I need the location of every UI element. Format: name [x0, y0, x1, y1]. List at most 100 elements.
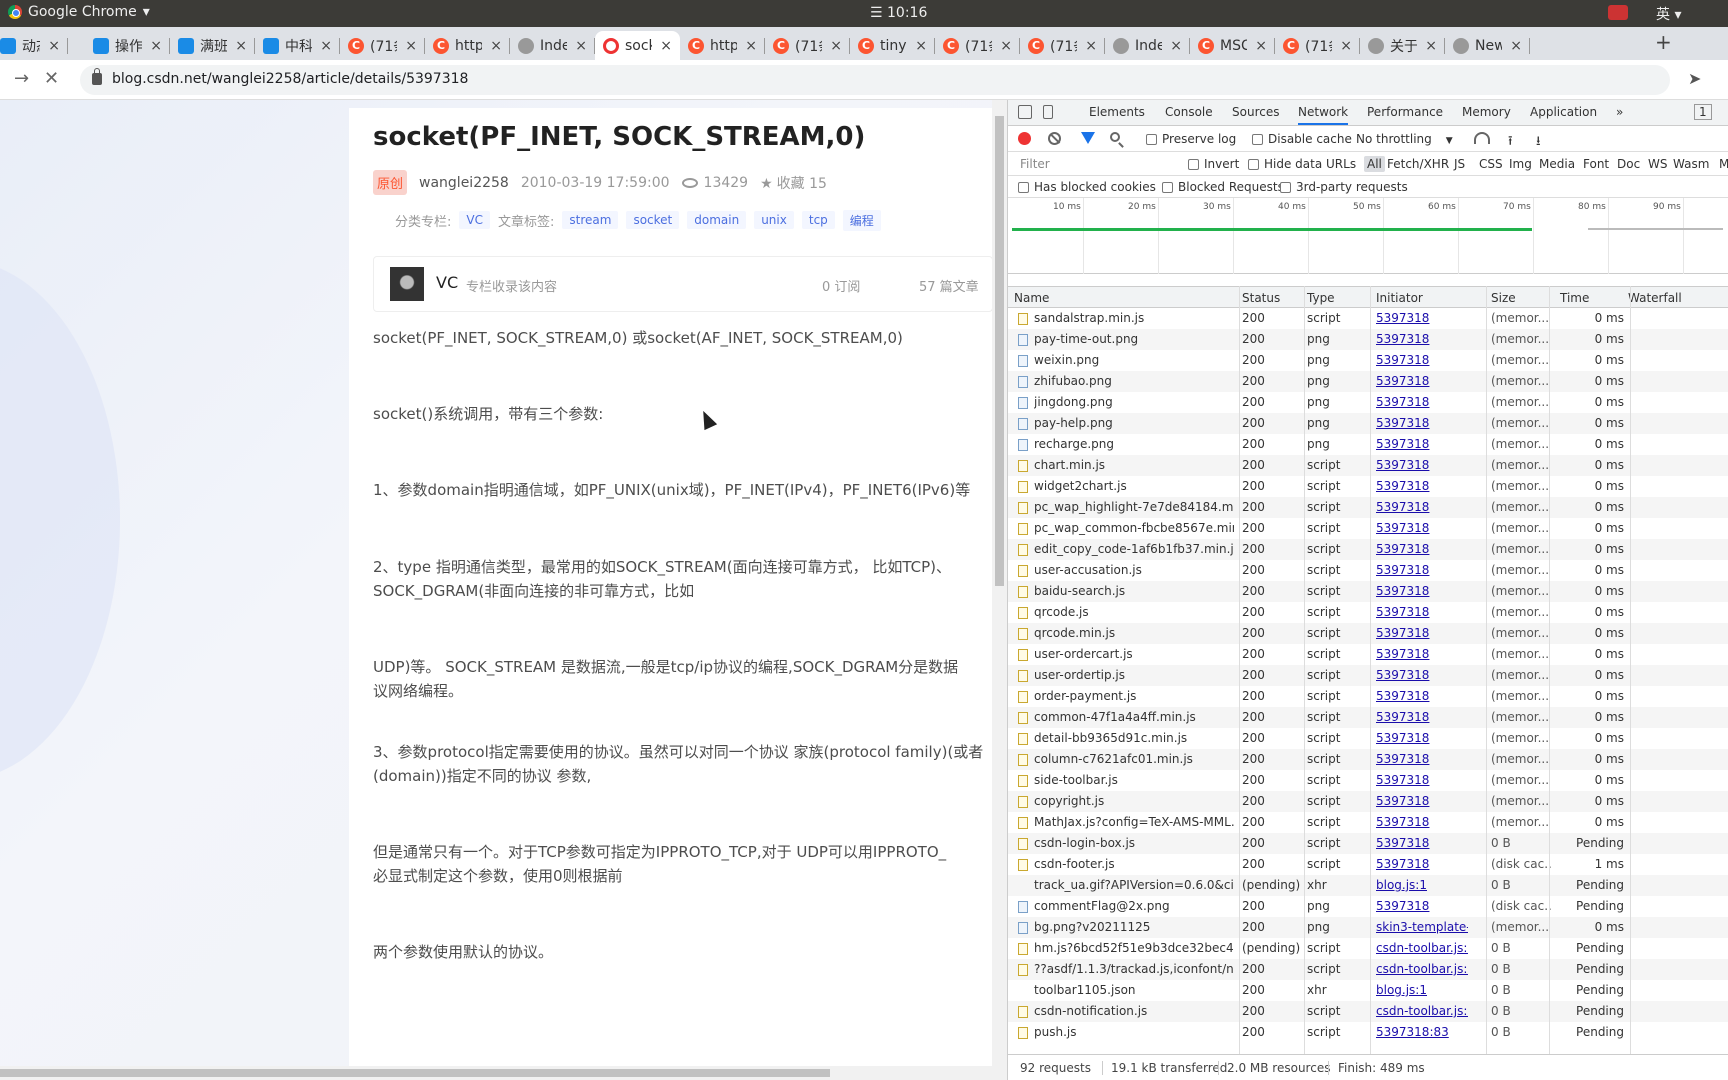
- tab-close-icon[interactable]: ×: [1340, 38, 1352, 54]
- page-vertical-scrollbar[interactable]: [992, 100, 1007, 1066]
- send-to-device-icon[interactable]: ➤: [1688, 69, 1701, 88]
- table-row[interactable]: qrcode.js 200 script 5397318 (memor... 0 ms: [1008, 602, 1728, 623]
- tab-close-icon[interactable]: ×: [1170, 38, 1182, 54]
- request-initiator[interactable]: blog.js:1: [1376, 983, 1468, 997]
- request-initiator[interactable]: 5397318: [1376, 731, 1468, 745]
- tag-chip[interactable]: stream: [562, 211, 619, 229]
- column-divider[interactable]: [1549, 286, 1550, 1054]
- checkbox-icon[interactable]: [1162, 182, 1173, 193]
- network-conditions-icon[interactable]: [1474, 132, 1490, 144]
- request-initiator[interactable]: 5397318: [1376, 332, 1468, 346]
- throttling-select[interactable]: No throttling ▼: [1356, 132, 1453, 146]
- filter-type-all[interactable]: All: [1364, 156, 1385, 172]
- tab-close-icon[interactable]: ×: [320, 38, 332, 54]
- tab-memory[interactable]: Memory: [1462, 105, 1511, 119]
- disable-cache-checkbox[interactable]: Disable cache: [1252, 132, 1352, 146]
- filter-type-media[interactable]: Media: [1539, 157, 1575, 171]
- request-initiator[interactable]: 5397318: [1376, 836, 1468, 850]
- request-initiator[interactable]: 5397318: [1376, 668, 1468, 682]
- table-row[interactable]: csdn-login-box.js 200 script 5397318 0 B Pend…: [1008, 833, 1728, 854]
- column-divider[interactable]: [1630, 286, 1631, 1054]
- category-chip[interactable]: VC: [459, 211, 490, 229]
- browser-tab[interactable]: 关于 ×: [1360, 31, 1445, 60]
- address-bar[interactable]: blog.csdn.net/wanglei2258/article/detail…: [80, 65, 1670, 95]
- table-row[interactable]: zhifubao.png 200 png 5397318 (memor... 0 ms: [1008, 371, 1728, 392]
- table-row[interactable]: baidu-search.js 200 script 5397318 (memor...…: [1008, 581, 1728, 602]
- browser-tab[interactable]: Chttp ×: [680, 31, 765, 60]
- column-divider[interactable]: [1486, 286, 1487, 1054]
- table-row[interactable]: pay-time-out.png 200 png 5397318 (memor... 0 …: [1008, 329, 1728, 350]
- request-initiator[interactable]: 5397318: [1376, 773, 1468, 787]
- clear-icon[interactable]: [1048, 132, 1061, 145]
- checkbox-icon[interactable]: [1252, 134, 1263, 145]
- invert-checkbox[interactable]: Invert: [1188, 157, 1239, 171]
- preserve-log-checkbox[interactable]: Preserve log: [1146, 132, 1236, 146]
- inspect-element-icon[interactable]: [1018, 105, 1032, 119]
- tab-close-icon[interactable]: ×: [48, 38, 60, 54]
- column-header-waterfall[interactable]: Waterfall: [1628, 291, 1682, 305]
- filter-type-css[interactable]: CSS: [1479, 157, 1503, 171]
- export-har-icon[interactable]: ⭳: [1536, 132, 1541, 154]
- filter-input[interactable]: Filter: [1014, 155, 1178, 173]
- browser-tab[interactable]: 满班 ×: [170, 31, 255, 60]
- tag-chip[interactable]: unix: [754, 211, 794, 229]
- table-row[interactable]: csdn-footer.js 200 script 5397318 (disk cac.…: [1008, 854, 1728, 875]
- filter-type-manifest[interactable]: M: [1719, 157, 1728, 171]
- app-menu[interactable]: Google Chrome ▾: [8, 4, 150, 20]
- browser-tab[interactable]: C MSC ×: [1190, 31, 1275, 60]
- tab-network[interactable]: Network: [1298, 105, 1349, 125]
- column-header-initiator[interactable]: Initiator: [1376, 291, 1423, 305]
- table-row[interactable]: weixin.png 200 png 5397318 (memor... 0 ms: [1008, 350, 1728, 371]
- request-initiator[interactable]: csdn-toolbar.js:3: [1376, 1004, 1468, 1018]
- table-row[interactable]: sandalstrap.min.js 200 script 5397318 (memor…: [1008, 308, 1728, 329]
- table-row[interactable]: pc_wap_highlight-7e7de84184.mi... 200 scri…: [1008, 497, 1728, 518]
- tag-chip[interactable]: 编程: [842, 209, 881, 231]
- collect-button[interactable]: ★ 收藏 15: [760, 173, 827, 193]
- browser-tab[interactable]: C (71条 ×: [1275, 31, 1360, 60]
- tab-close-icon[interactable]: ×: [915, 38, 927, 54]
- browser-tab[interactable]: C (71条 ×: [1020, 31, 1105, 60]
- table-row[interactable]: side-toolbar.js 200 script 5397318 (memor...…: [1008, 770, 1728, 791]
- tab-sources[interactable]: Sources: [1232, 105, 1279, 119]
- table-row[interactable]: qrcode.min.js 200 script 5397318 (memor... 0 …: [1008, 623, 1728, 644]
- filter-type-doc[interactable]: Doc: [1617, 157, 1640, 171]
- browser-tab[interactable]: C (71条 ×: [765, 31, 850, 60]
- tab-close-icon[interactable]: ×: [150, 38, 162, 54]
- request-initiator[interactable]: 5397318: [1376, 626, 1468, 640]
- checkbox-icon[interactable]: [1248, 159, 1259, 170]
- tab-close-icon[interactable]: ×: [830, 38, 842, 54]
- checkbox-icon[interactable]: [1280, 182, 1291, 193]
- record-icon[interactable]: [1018, 132, 1031, 145]
- filter-type-img[interactable]: Img: [1509, 157, 1532, 171]
- scrollbar-thumb[interactable]: [0, 1069, 830, 1077]
- import-har-icon[interactable]: ⭱: [1508, 132, 1513, 154]
- table-row[interactable]: detail-bb9365d91c.min.js 200 script 5397318…: [1008, 728, 1728, 749]
- input-method-indicator[interactable]: 英 ▾: [1656, 4, 1681, 24]
- tab-elements[interactable]: Elements: [1089, 105, 1145, 119]
- checkbox-icon[interactable]: [1188, 159, 1199, 170]
- table-row[interactable]: edit_copy_code-1af6b1fb37.min.js 200 scrip…: [1008, 539, 1728, 560]
- request-initiator[interactable]: 5397318: [1376, 752, 1468, 766]
- browser-tab[interactable]: Inde ×: [510, 31, 595, 60]
- tab-close-icon[interactable]: ×: [405, 38, 417, 54]
- request-initiator[interactable]: 5397318: [1376, 353, 1468, 367]
- request-initiator[interactable]: 5397318: [1376, 710, 1468, 724]
- filter-type-font[interactable]: Font: [1583, 157, 1609, 171]
- request-initiator[interactable]: 5397318: [1376, 899, 1468, 913]
- column-header-time[interactable]: Time: [1560, 291, 1589, 305]
- tab-close-icon[interactable]: ×: [490, 38, 502, 54]
- tab-close-icon[interactable]: ×: [745, 38, 757, 54]
- tab-close-icon[interactable]: ×: [235, 38, 247, 54]
- column-card[interactable]: VC 专栏收录该内容 0 订阅 57 篇文章: [373, 256, 993, 312]
- table-row[interactable]: commentFlag@2x.png 200 png 5397318 (disk cac…: [1008, 896, 1728, 917]
- filter-type-wasm[interactable]: Wasm: [1673, 157, 1709, 171]
- tab-close-icon[interactable]: ×: [660, 38, 672, 54]
- tab-console[interactable]: Console: [1165, 105, 1213, 119]
- column-divider[interactable]: [1370, 286, 1371, 1054]
- table-row[interactable]: csdn-notification.js 200 script csdn-toolba…: [1008, 1001, 1728, 1022]
- more-tabs-button[interactable]: »: [1616, 105, 1623, 119]
- table-row[interactable]: common-47f1a4a4ff.min.js 200 script 5397318…: [1008, 707, 1728, 728]
- forward-button[interactable]: →: [14, 68, 29, 89]
- table-row[interactable]: pay-help.png 200 png 5397318 (memor... 0 ms: [1008, 413, 1728, 434]
- checkbox-icon[interactable]: [1146, 134, 1157, 145]
